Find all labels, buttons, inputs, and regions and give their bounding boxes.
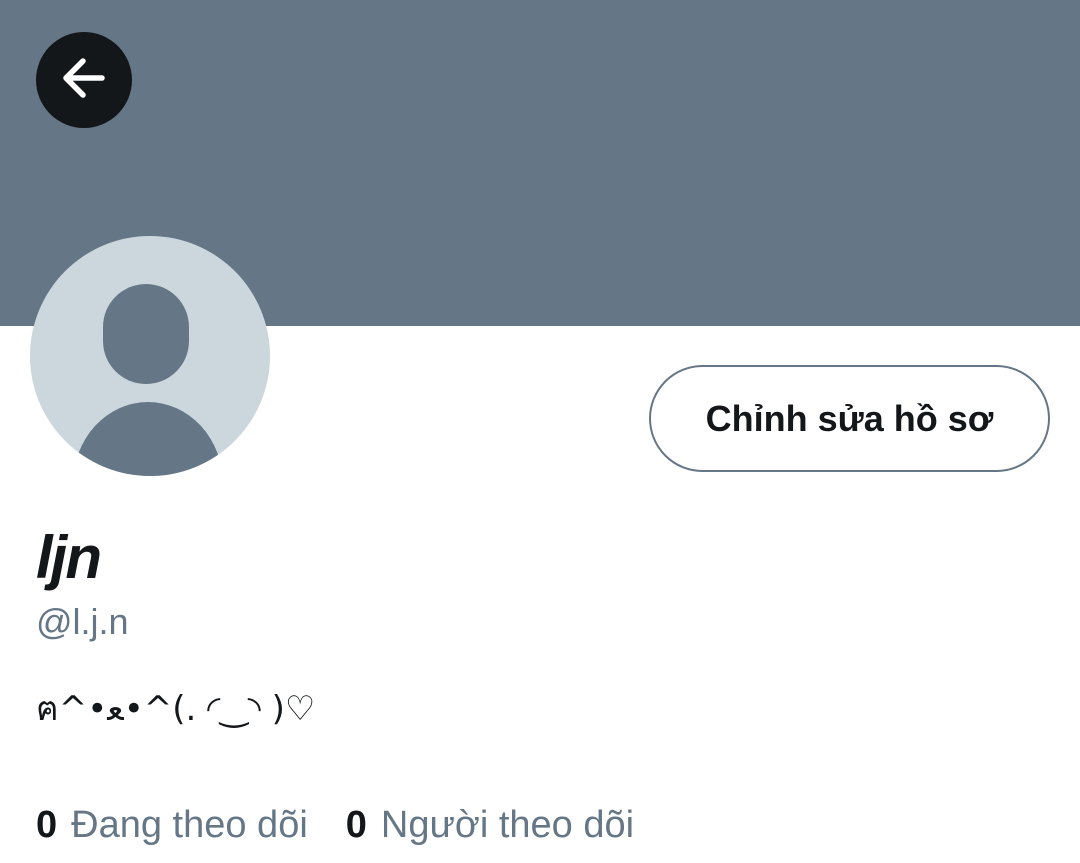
default-avatar-icon — [73, 284, 223, 476]
profile-bio: ฅ^•ﻌ•^(. ◜‿◝ )♡ — [36, 689, 316, 729]
following-link[interactable]: 0 Đang theo dõi — [36, 800, 308, 850]
arrow-left-icon — [58, 52, 110, 109]
avatar[interactable] — [30, 236, 270, 476]
following-count: 0 — [36, 804, 58, 846]
followers-link[interactable]: 0 Người theo dõi — [346, 800, 634, 850]
back-button[interactable] — [36, 32, 132, 128]
followers-count: 0 — [345, 804, 367, 846]
user-handle: @l.j.n — [36, 601, 129, 642]
display-name: ljn — [36, 524, 102, 591]
following-label: Đang theo dõi — [71, 804, 308, 846]
followers-label: Người theo dõi — [380, 804, 635, 846]
follow-stats: 0 Đang theo dõi 0 Người theo dõi — [36, 800, 672, 850]
profile-page: Chỉnh sửa hồ sơ ljn @l.j.n ฅ^•ﻌ•^(. ◜‿◝ … — [0, 0, 1080, 863]
edit-profile-button[interactable]: Chỉnh sửa hồ sơ — [649, 365, 1050, 472]
